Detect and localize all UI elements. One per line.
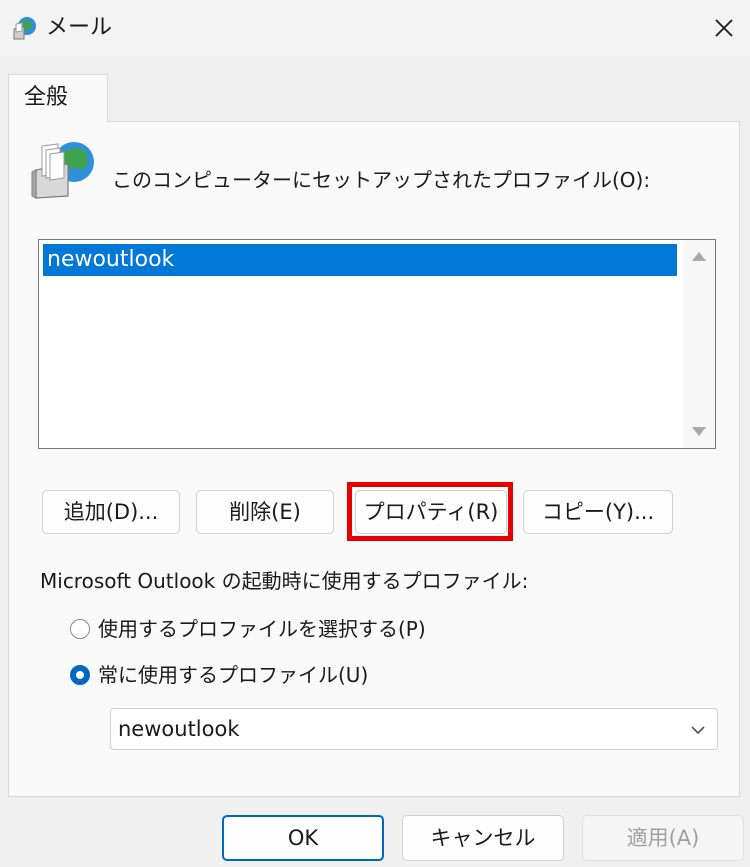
profile-select[interactable]: newoutlook bbox=[110, 708, 718, 750]
tab-general-label: 全般 bbox=[24, 85, 69, 110]
profile-select-value: newoutlook bbox=[118, 717, 240, 741]
copy-button[interactable]: コピー(Y)... bbox=[523, 490, 673, 534]
radio-always-use-profile[interactable]: 常に使用するプロファイル(U) bbox=[70, 660, 368, 690]
window-title: メール bbox=[46, 15, 113, 40]
title-bar: メール bbox=[0, 0, 750, 56]
profile-list[interactable]: newoutlook bbox=[38, 239, 716, 449]
tab-general[interactable]: 全般 bbox=[8, 74, 108, 122]
scroll-down-icon[interactable] bbox=[692, 427, 706, 436]
delete-button[interactable]: 削除(E) bbox=[196, 490, 334, 534]
close-icon bbox=[715, 19, 733, 37]
radio-always-use-profile-button[interactable] bbox=[70, 665, 90, 685]
mail-profile-icon bbox=[13, 17, 36, 40]
cancel-button[interactable]: キャンセル bbox=[402, 815, 564, 861]
profiles-label: このコンピューターにセットアップされたプロファイル(O): bbox=[112, 168, 651, 192]
chevron-down-icon bbox=[691, 726, 705, 735]
mail-profile-icon bbox=[31, 142, 94, 199]
close-button[interactable] bbox=[702, 6, 746, 50]
radio-prompt-profile-label: 使用するプロファイルを選択する(P) bbox=[98, 617, 426, 641]
list-item[interactable]: newoutlook bbox=[43, 244, 677, 276]
radio-prompt-profile-button[interactable] bbox=[70, 619, 90, 639]
scroll-up-icon[interactable] bbox=[692, 252, 706, 261]
highlight-box bbox=[347, 482, 513, 541]
radio-prompt-profile[interactable]: 使用するプロファイルを選択する(P) bbox=[70, 614, 426, 644]
apply-button[interactable]: 適用(A) bbox=[582, 815, 744, 861]
startup-label: Microsoft Outlook の起動時に使用するプロファイル: bbox=[40, 569, 529, 593]
radio-always-use-profile-label: 常に使用するプロファイル(U) bbox=[98, 663, 369, 687]
add-button[interactable]: 追加(D)... bbox=[42, 490, 180, 534]
general-panel bbox=[8, 121, 740, 797]
ok-button[interactable]: OK bbox=[222, 815, 384, 861]
list-scrollbar[interactable] bbox=[683, 240, 715, 448]
